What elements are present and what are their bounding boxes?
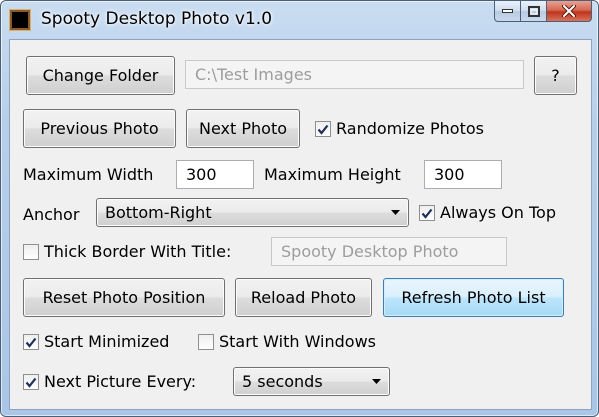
always-on-top-label: Always On Top <box>440 203 556 222</box>
window-title: Spooty Desktop Photo v1.0 <box>41 9 273 29</box>
change-folder-button[interactable]: Change Folder <box>26 56 175 95</box>
client-area: Change Folder ? Previous Photo Next Phot… <box>9 39 592 410</box>
randomize-photos-label: Randomize Photos <box>336 119 484 138</box>
chevron-down-icon <box>372 379 381 384</box>
next-photo-button[interactable]: Next Photo <box>186 109 300 148</box>
close-icon <box>562 5 576 17</box>
thick-border-box[interactable] <box>23 244 39 260</box>
thick-border-checkbox[interactable]: Thick Border With Title: <box>23 242 231 262</box>
previous-photo-button[interactable]: Previous Photo <box>23 109 176 148</box>
start-minimized-label: Start Minimized <box>44 332 170 351</box>
folder-path-field[interactable] <box>185 60 524 89</box>
always-on-top-box[interactable] <box>419 205 435 221</box>
randomize-photos-box[interactable] <box>315 121 331 137</box>
help-button[interactable]: ? <box>534 56 577 95</box>
max-width-label: Maximum Width <box>23 165 154 184</box>
start-with-windows-label: Start With Windows <box>219 332 377 351</box>
start-with-windows-checkbox[interactable]: Start With Windows <box>198 332 376 352</box>
interval-dropdown[interactable]: 5 seconds <box>233 367 390 396</box>
app-photo-icon[interactable] <box>10 10 30 30</box>
interval-selected-value: 5 seconds <box>242 372 323 391</box>
chevron-down-icon <box>391 210 400 215</box>
maximize-icon <box>527 5 540 17</box>
minimize-icon <box>502 9 513 13</box>
max-width-input[interactable] <box>176 160 254 189</box>
reload-photo-button[interactable]: Reload Photo <box>235 278 372 317</box>
maximize-button[interactable] <box>521 1 547 22</box>
checkmark-icon <box>25 377 37 388</box>
always-on-top-checkbox[interactable]: Always On Top <box>419 203 556 223</box>
close-button[interactable] <box>547 1 592 22</box>
anchor-label: Anchor <box>23 205 80 224</box>
next-picture-every-box[interactable] <box>23 374 39 390</box>
anchor-selected-value: Bottom-Right <box>105 203 212 222</box>
caption-buttons <box>494 1 592 23</box>
refresh-photo-list-button[interactable]: Refresh Photo List <box>383 278 564 317</box>
app-window: Spooty Desktop Photo v1.0 Change Folder … <box>0 0 599 417</box>
start-minimized-box[interactable] <box>23 334 39 350</box>
max-height-label: Maximum Height <box>264 165 401 184</box>
max-height-input[interactable] <box>424 160 502 189</box>
start-with-windows-box[interactable] <box>198 334 214 350</box>
checkmark-icon <box>317 124 329 135</box>
checkmark-icon <box>421 208 433 219</box>
next-picture-every-label: Next Picture Every: <box>44 372 197 391</box>
next-picture-every-checkbox[interactable]: Next Picture Every: <box>23 372 196 392</box>
border-title-field[interactable] <box>271 237 507 266</box>
title-bar[interactable]: Spooty Desktop Photo v1.0 <box>1 1 598 39</box>
thick-border-label: Thick Border With Title: <box>44 242 232 261</box>
reset-photo-position-button[interactable]: Reset Photo Position <box>23 278 225 317</box>
anchor-dropdown[interactable]: Bottom-Right <box>96 198 409 227</box>
checkmark-icon <box>25 337 37 348</box>
randomize-photos-checkbox[interactable]: Randomize Photos <box>315 119 484 139</box>
minimize-button[interactable] <box>494 1 521 22</box>
start-minimized-checkbox[interactable]: Start Minimized <box>23 332 169 352</box>
